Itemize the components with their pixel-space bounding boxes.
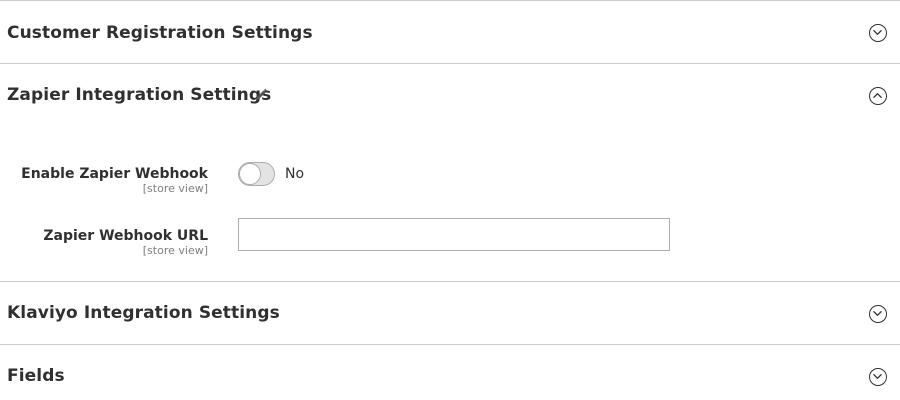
section-title: Fields xyxy=(7,366,65,386)
section-divider xyxy=(0,0,900,1)
section-header-zapier-integration[interactable]: Zapier Integration Settings xyxy=(0,74,900,114)
chevron-down-icon[interactable] xyxy=(869,24,887,42)
chevron-down-icon[interactable] xyxy=(869,305,887,323)
config-panel: Customer Registration Settings Zapier In… xyxy=(0,0,900,400)
webhook-url-scope: [store view] xyxy=(142,244,208,257)
chevron-down-icon[interactable] xyxy=(869,368,887,386)
webhook-url-input[interactable] xyxy=(238,218,670,251)
toggle-state-text: No xyxy=(285,166,305,182)
chevron-down-glyph xyxy=(873,30,882,35)
section-divider xyxy=(0,281,900,282)
enable-webhook-label: Enable Zapier Webhook xyxy=(21,166,208,182)
pencil-icon[interactable] xyxy=(253,87,269,103)
enable-webhook-toggle[interactable] xyxy=(238,162,275,186)
section-divider xyxy=(0,63,900,64)
section-title: Customer Registration Settings xyxy=(7,23,313,43)
section-divider xyxy=(0,344,900,345)
pencil-glyph xyxy=(256,88,268,100)
section-header-customer-registration[interactable]: Customer Registration Settings xyxy=(0,12,900,52)
chevron-down-glyph xyxy=(873,374,882,379)
section-title: Klaviyo Integration Settings xyxy=(7,303,280,323)
section-header-fields[interactable]: Fields xyxy=(0,355,900,395)
chevron-down-glyph xyxy=(873,311,882,316)
section-title: Zapier Integration Settings xyxy=(7,85,272,105)
chevron-up-glyph xyxy=(873,93,882,98)
toggle-knob xyxy=(239,163,261,185)
enable-webhook-scope: [store view] xyxy=(142,182,208,195)
section-header-klaviyo-integration[interactable]: Klaviyo Integration Settings xyxy=(0,292,900,332)
webhook-url-label: Zapier Webhook URL xyxy=(43,228,208,244)
chevron-up-icon[interactable] xyxy=(869,87,887,105)
